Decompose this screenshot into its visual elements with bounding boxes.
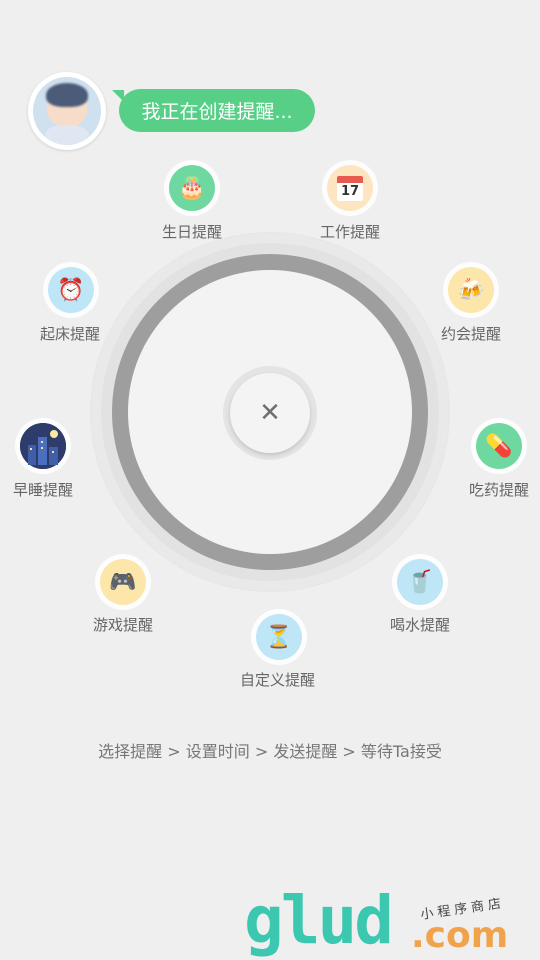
city-skyline xyxy=(20,423,66,469)
close-icon: ✕ xyxy=(259,398,281,428)
reminder-medicine-button[interactable]: 💊 xyxy=(471,418,527,474)
reminder-game-button[interactable]: 🎮 xyxy=(95,554,151,610)
reminder-water-label: 喝水提醒 xyxy=(390,616,451,634)
reminder-custom-label: 自定义提醒 xyxy=(240,671,316,689)
reminder-date-label: 约会提醒 xyxy=(441,325,502,343)
calendar-header xyxy=(337,175,363,183)
hourglass-icon: ⏳ xyxy=(256,614,302,660)
reminder-wakeup-button[interactable]: ⏰ xyxy=(43,262,99,318)
watermark-domain: .com xyxy=(411,915,509,956)
watermark-brand: glud xyxy=(244,882,394,959)
reminder-work-label: 工作提醒 xyxy=(320,223,381,241)
reminder-sleep-button[interactable] xyxy=(15,418,71,474)
steps-guide: 选择提醒 > 设置时间 > 发送提醒 > 等待Ta接受 xyxy=(98,742,442,761)
status-speech-bubble: 我正在创建提醒... xyxy=(119,89,315,132)
reminder-date-button[interactable]: 🍻 xyxy=(443,262,499,318)
birthday-cake-icon: 🎂 xyxy=(169,165,215,211)
gamepad-icon: 🎮 xyxy=(100,559,146,605)
reminder-work-button[interactable]: 17 xyxy=(322,160,378,216)
avatar-hair xyxy=(46,83,88,107)
reminder-game-label: 游戏提醒 xyxy=(93,616,154,634)
calendar-icon: 17 xyxy=(327,165,373,211)
user-avatar[interactable] xyxy=(28,72,106,150)
reminder-custom-button[interactable]: ⏳ xyxy=(251,609,307,665)
beer-mugs-icon: 🍻 xyxy=(448,267,494,313)
water-glass-icon: 🥤 xyxy=(397,559,443,605)
reminder-birthday-label: 生日提醒 xyxy=(162,223,223,241)
reminder-medicine-label: 吃药提醒 xyxy=(469,481,530,499)
avatar-shirt xyxy=(45,125,89,145)
calendar-day: 17 xyxy=(337,182,363,201)
reminder-water-button[interactable]: 🥤 xyxy=(392,554,448,610)
close-button[interactable]: ✕ xyxy=(230,373,310,453)
night-city-icon xyxy=(20,423,66,469)
reminder-sleep-label: 早睡提醒 xyxy=(13,481,74,499)
reminder-wakeup-label: 起床提醒 xyxy=(40,325,101,343)
pill-icon: 💊 xyxy=(476,423,522,469)
reminder-birthday-button[interactable]: 🎂 xyxy=(164,160,220,216)
avatar-image xyxy=(33,77,101,145)
alarm-clock-icon: ⏰ xyxy=(48,267,94,313)
